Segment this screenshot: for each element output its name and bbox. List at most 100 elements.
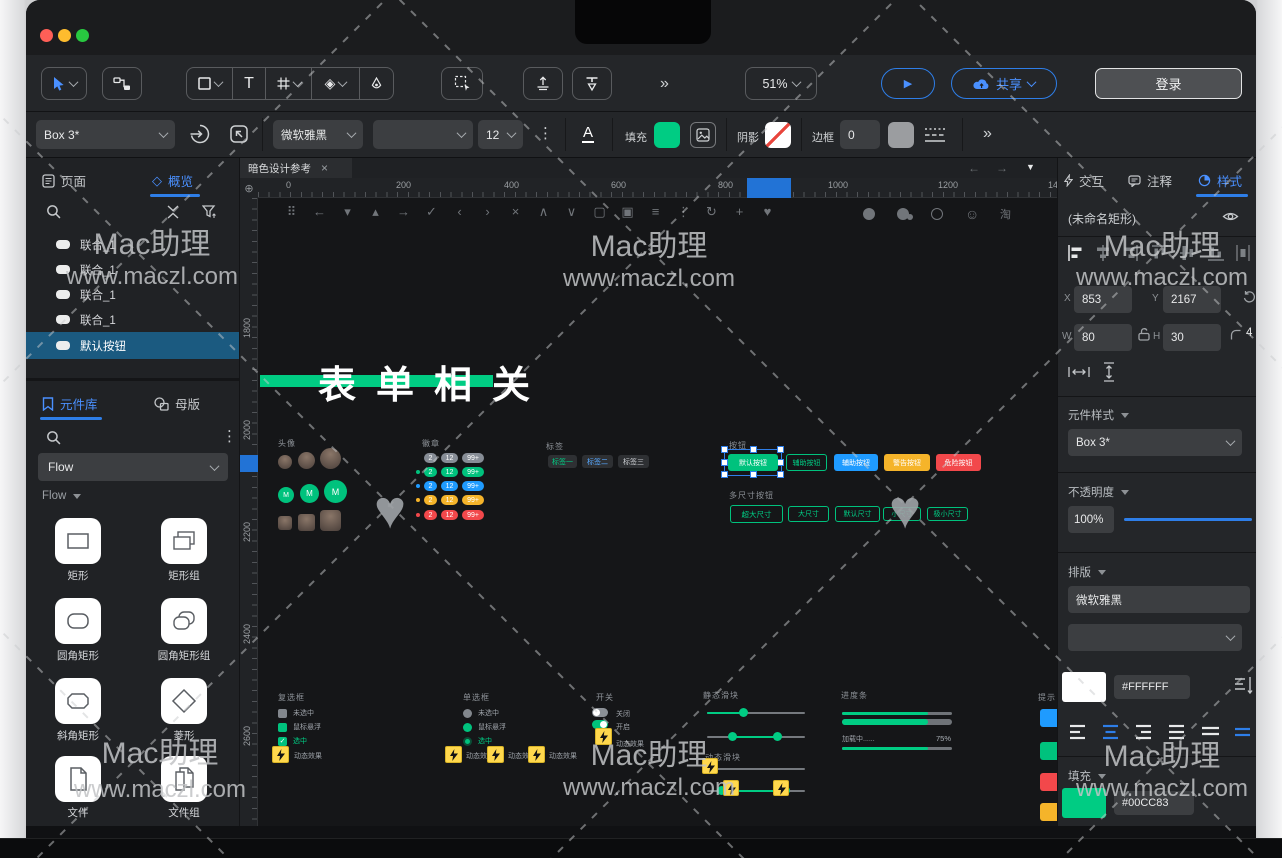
badge[interactable]: 2: [424, 481, 437, 491]
align-top-icon[interactable]: [1152, 246, 1168, 259]
collapse-layers-button[interactable]: [166, 205, 180, 224]
tag[interactable]: 标签二: [582, 455, 613, 468]
align-v-center-icon[interactable]: [1180, 246, 1196, 260]
slider-track[interactable]: [707, 768, 805, 770]
fill-header[interactable]: 填充: [1068, 768, 1106, 784]
xs-button[interactable]: 极小尺寸: [927, 507, 968, 521]
component-diamond[interactable]: [161, 678, 207, 724]
tab-component-library[interactable]: 元件库: [42, 394, 98, 413]
selection-handle[interactable]: [722, 460, 727, 465]
text-align-left-icon[interactable]: [1070, 726, 1085, 738]
section-title[interactable]: 表单相关: [318, 354, 550, 409]
default-button[interactable]: 默认按钮: [728, 454, 778, 471]
preview-play-button[interactable]: ▶: [881, 68, 935, 99]
style-select[interactable]: Box 3*: [36, 120, 175, 149]
text-color-button[interactable]: A: [582, 124, 594, 143]
avatar-photo[interactable]: [278, 455, 292, 469]
align-right-icon[interactable]: [1125, 245, 1138, 261]
font-weight-select[interactable]: [373, 120, 473, 149]
opacity-input[interactable]: 100%: [1068, 506, 1114, 533]
alert-chip-info[interactable]: [1040, 709, 1057, 727]
tab-overview[interactable]: ◇ 概览: [152, 171, 193, 190]
connector-tool-button[interactable]: [102, 67, 142, 100]
border-color-swatch[interactable]: [888, 122, 914, 148]
alignment-toolbar[interactable]: [1068, 245, 1250, 261]
component-style-header[interactable]: 元件样式: [1068, 407, 1129, 423]
shadow-swatch[interactable]: [765, 122, 791, 148]
badge[interactable]: 2: [424, 453, 437, 463]
layer-row-selected[interactable]: 默认按钮: [26, 332, 240, 359]
font-family-select[interactable]: 微软雅黑: [273, 120, 363, 149]
fill-color-swatch[interactable]: [1062, 788, 1106, 818]
slider-handle[interactable]: [728, 732, 737, 741]
radio-row[interactable]: 选中: [463, 736, 492, 746]
selection-handle[interactable]: [722, 447, 727, 452]
fill-hex-input[interactable]: #00CC83: [1114, 791, 1194, 815]
badge[interactable]: 12: [441, 510, 458, 520]
warning-button[interactable]: 警告按钮: [884, 454, 930, 471]
library-search-button[interactable]: [46, 430, 61, 450]
maximize-window-button[interactable]: [76, 29, 89, 42]
library-select[interactable]: Flow: [38, 453, 228, 481]
radio-row[interactable]: 未选中: [463, 708, 499, 718]
border-width-input[interactable]: 0: [840, 120, 880, 149]
y-input[interactable]: 2167: [1163, 286, 1221, 313]
badge[interactable]: 99+: [462, 510, 484, 520]
properties-overflow-button[interactable]: »: [983, 125, 992, 143]
toggle-off[interactable]: [592, 708, 608, 717]
text-justify-icon[interactable]: [1169, 726, 1184, 738]
badge[interactable]: 12: [441, 467, 458, 477]
avatar-square[interactable]: [278, 516, 292, 530]
h-input[interactable]: 30: [1163, 324, 1221, 351]
xl-button[interactable]: 超大尺寸: [730, 505, 783, 523]
typography-header[interactable]: 排版: [1068, 564, 1106, 580]
text-direction-button[interactable]: [1234, 676, 1254, 699]
flip-horizontal-button[interactable]: [1068, 365, 1090, 384]
component-file[interactable]: [55, 756, 101, 802]
danger-button[interactable]: 危险按钮: [936, 454, 981, 471]
component-file-group[interactable]: [161, 756, 207, 802]
alert-chip-error[interactable]: [1040, 773, 1057, 791]
tab-style[interactable]: 样式: [1198, 171, 1242, 190]
frame-tool-button[interactable]: [266, 68, 312, 99]
tab-master[interactable]: 母版: [154, 394, 200, 413]
slider-handle[interactable]: [773, 732, 782, 741]
close-tab-icon[interactable]: ×: [321, 161, 328, 175]
selection-handle[interactable]: [751, 447, 756, 452]
text-align-center-icon[interactable]: [1103, 726, 1118, 738]
checkbox-row[interactable]: 鼠标悬浮: [278, 722, 321, 732]
tag[interactable]: 标签一: [548, 455, 577, 468]
badge[interactable]: 12: [441, 495, 458, 505]
ruler-origin[interactable]: ⊕: [240, 178, 258, 198]
secondary-button[interactable]: 辅助按钮: [786, 454, 827, 471]
rectangle-tool-button[interactable]: [187, 68, 233, 99]
fill-image-button[interactable]: [690, 122, 716, 148]
alert-chip-success[interactable]: [1040, 742, 1057, 760]
selection-handle[interactable]: [722, 472, 727, 477]
font-size-select[interactable]: 12: [478, 120, 523, 149]
badge[interactable]: 2: [424, 495, 437, 505]
md-button[interactable]: 默认尺寸: [835, 506, 880, 522]
library-group-header[interactable]: Flow: [42, 490, 81, 502]
badge[interactable]: 12: [441, 481, 458, 491]
opacity-slider[interactable]: [1124, 518, 1252, 521]
text-hex-input[interactable]: #FFFFFF: [1114, 675, 1190, 699]
tag[interactable]: 标签三: [618, 455, 649, 468]
font-family-input[interactable]: 微软雅黑: [1068, 586, 1250, 613]
more-text-options-button[interactable]: ⋮: [538, 124, 553, 142]
checkbox-row[interactable]: ✓ 选中: [278, 736, 307, 746]
avatar-square[interactable]: [320, 510, 341, 531]
document-tab[interactable]: 暗色设计参考 ×: [240, 158, 352, 178]
selection-handle[interactable]: [778, 447, 783, 452]
filter-layers-button[interactable]: [202, 205, 217, 224]
badge[interactable]: 99+: [462, 481, 484, 491]
tab-pages[interactable]: 页面: [42, 171, 86, 190]
tab-comment[interactable]: 注释: [1128, 171, 1172, 190]
layer-search-button[interactable]: [46, 204, 61, 224]
badge[interactable]: 12: [441, 453, 458, 463]
tab-list-dropdown[interactable]: ▼: [1026, 162, 1035, 172]
avatar-initial[interactable]: M: [278, 487, 294, 503]
minimize-window-button[interactable]: [58, 29, 71, 42]
lg-button[interactable]: 大尺寸: [788, 506, 829, 522]
align-left-icon[interactable]: [1069, 245, 1082, 261]
